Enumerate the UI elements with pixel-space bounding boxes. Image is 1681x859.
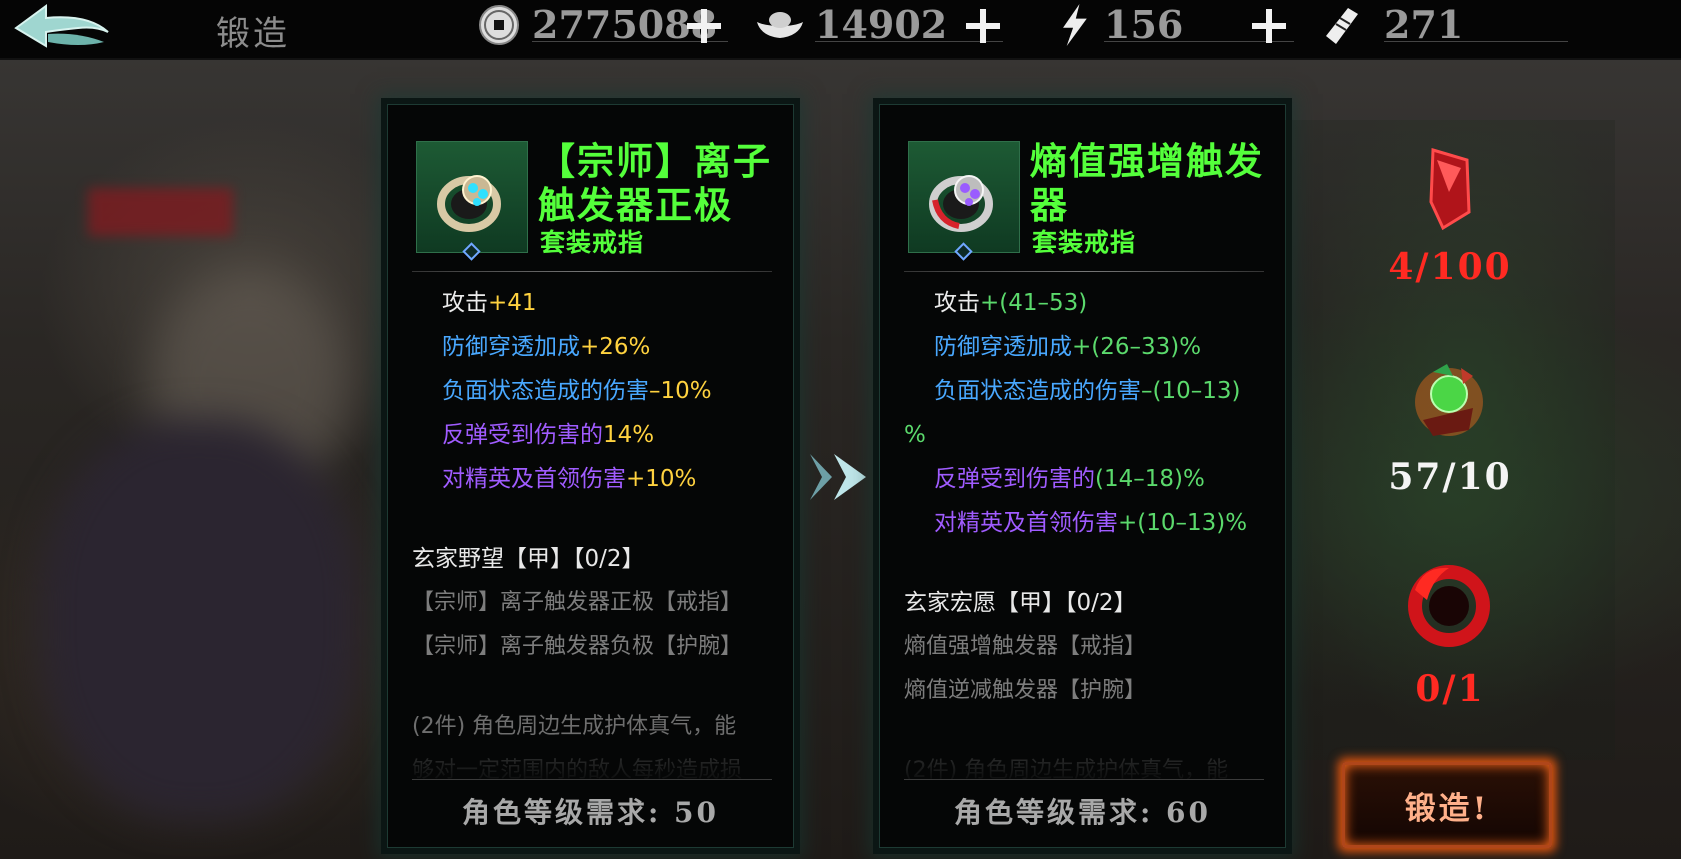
resource-coin: 2775088 — [478, 0, 736, 50]
current-item-icon-slot — [416, 141, 528, 261]
stat-line: 防御穿透加成+(26–33)% — [934, 334, 1202, 360]
stat-line: 攻击+(41–53) — [934, 290, 1088, 316]
lightning-energy-icon — [1063, 4, 1087, 46]
stat-line: 负面状态造成的伤害–10% — [442, 378, 712, 404]
page-title: 锻造 — [216, 14, 290, 54]
ring-icon — [437, 175, 501, 232]
ring-icon — [929, 175, 993, 232]
material-count: 4/100 — [1388, 246, 1512, 288]
stat-line: 攻击+41 — [442, 290, 537, 316]
next-item-icon-slot — [908, 141, 1020, 261]
set-item: 熵值逆减触发器【护腕】 — [904, 678, 1147, 703]
add-energy-button[interactable] — [1249, 6, 1289, 46]
back-arrow-icon[interactable] — [8, 2, 113, 54]
set-title: 玄家宏愿【甲】【0/2】 — [904, 590, 1137, 616]
materials-panel: 4/100 57/10 0/1 — [1285, 120, 1615, 760]
current-item-type: 套装戒指 — [540, 228, 645, 257]
next-item-stats: 攻击+(41–53) 防御穿透加成+(26–33)% 负面状态造成的伤害–(10… — [904, 281, 1274, 793]
silver-ingot-icon — [757, 12, 803, 38]
set-bonus-description: (2件) 角色周边生成护体真气，能 — [412, 714, 737, 739]
set-title: 玄家野望【甲】【0/2】 — [412, 546, 645, 572]
material-count: 57/10 — [1388, 456, 1512, 498]
double-chevron-right-icon — [810, 454, 866, 500]
resource-energy: 156 — [1058, 0, 1298, 50]
next-item-type: 套装戒指 — [1032, 228, 1137, 257]
set-item: 【宗师】离子触发器正极【戒指】 — [412, 590, 743, 615]
next-item-card: 熵值强增触发 器 套装戒指 攻击+(41–53) 防御穿透加成+(26–33)%… — [879, 104, 1286, 848]
level-requirement: 角色等级需求: 50 — [461, 796, 720, 829]
current-item-name: 【宗师】离子 触发器正极 — [538, 139, 772, 227]
current-item-card: 【宗师】离子 触发器正极 套装戒指 攻击+41 防御穿透加成+26% 负面状态造… — [387, 104, 794, 848]
add-silver-button[interactable] — [963, 6, 1003, 46]
level-requirement: 角色等级需求: 60 — [953, 796, 1212, 829]
next-item-name: 熵值强增触发 器 — [1030, 139, 1264, 227]
scroll-ticket-icon — [1326, 8, 1358, 44]
stat-line: 反弹受到伤害的14% — [442, 422, 655, 448]
material-count: 0/1 — [1415, 668, 1485, 710]
stat-line: 对精英及首领伤害+(10–13)% — [934, 510, 1248, 536]
resource-ticket: 271 — [1320, 0, 1570, 50]
add-coin-button[interactable] — [684, 6, 724, 46]
top-bar: 锻造 2775088 14902 156 271 — [0, 0, 1681, 60]
red-crystal-icon — [1429, 148, 1471, 231]
red-flame-ring-icon — [1408, 565, 1490, 647]
current-item-stats: 攻击+41 防御穿透加成+26% 负面状态造成的伤害–10% 反弹受到伤害的14… — [412, 281, 782, 793]
set-item: 熵值强增触发器【戒指】 — [904, 634, 1147, 659]
forge-button[interactable]: 锻造! — [1342, 762, 1552, 848]
set-item: 【宗师】离子触发器负极【护腕】 — [412, 634, 743, 659]
stat-line: 对精英及首领伤害+10% — [442, 466, 697, 492]
stat-line: 负面状态造成的伤害–(10–13) — [934, 378, 1241, 404]
coin-icon — [479, 5, 519, 45]
stat-line: % — [904, 422, 926, 448]
stat-line: 防御穿透加成+26% — [442, 334, 651, 360]
green-orb-icon — [1415, 364, 1483, 436]
resource-silver: 14902 — [755, 0, 1005, 50]
stat-line: 反弹受到伤害的(14–18)% — [934, 466, 1205, 492]
